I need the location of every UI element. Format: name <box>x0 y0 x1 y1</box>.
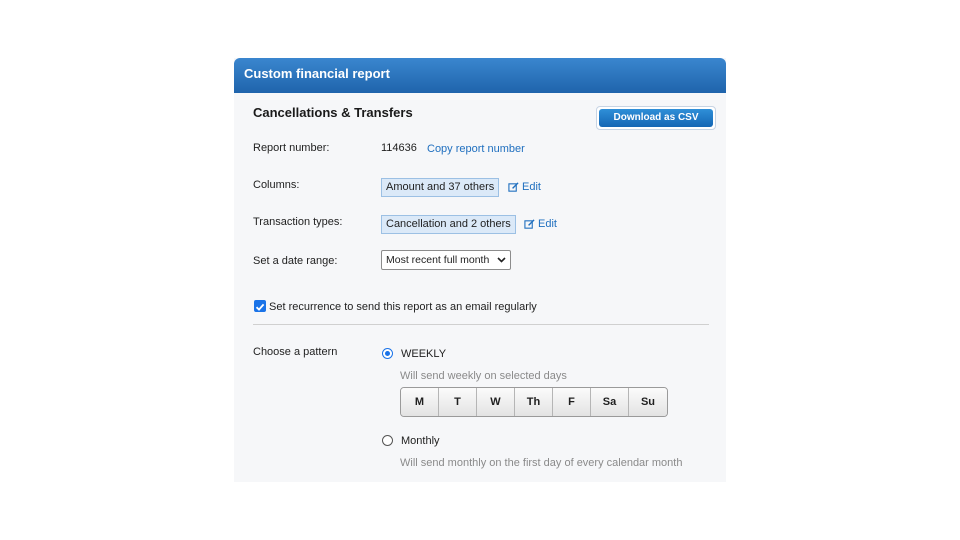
divider <box>253 324 709 325</box>
download-csv-label: Download as CSV <box>599 109 713 127</box>
chevron-down-icon <box>497 257 506 263</box>
day-button-monday[interactable]: M <box>401 388 439 416</box>
day-button-thursday[interactable]: Th <box>515 388 553 416</box>
pattern-label: Choose a pattern <box>253 346 338 358</box>
panel-title: Custom financial report <box>234 58 726 93</box>
day-button-tuesday[interactable]: T <box>439 388 477 416</box>
report-number-value: 114636 <box>381 142 417 154</box>
columns-edit-label: Edit <box>522 181 541 193</box>
download-csv-button[interactable]: Download as CSV <box>596 106 716 130</box>
weekday-selector: M T W Th F Sa Su <box>400 387 668 417</box>
weekly-label: WEEKLY <box>401 348 447 360</box>
date-range-value: Most recent full month <box>386 254 490 266</box>
day-button-sunday[interactable]: Su <box>629 388 667 416</box>
report-panel: Custom financial report Cancellations & … <box>234 58 726 482</box>
edit-icon <box>508 181 519 192</box>
date-range-select[interactable]: Most recent full month <box>381 250 511 270</box>
weekly-radio[interactable] <box>382 348 393 359</box>
report-number-label: Report number: <box>253 142 330 154</box>
transaction-types-tag[interactable]: Cancellation and 2 others <box>381 215 516 234</box>
transaction-types-label: Transaction types: <box>253 216 343 228</box>
day-button-saturday[interactable]: Sa <box>591 388 629 416</box>
columns-label: Columns: <box>253 179 300 191</box>
columns-edit-link[interactable]: Edit <box>508 181 541 193</box>
day-button-wednesday[interactable]: W <box>477 388 515 416</box>
transaction-types-edit-link[interactable]: Edit <box>524 218 557 230</box>
copy-report-number-link[interactable]: Copy report number <box>427 143 525 155</box>
date-range-label: Set a date range: <box>253 255 338 267</box>
weekly-hint: Will send weekly on selected days <box>400 370 567 382</box>
monthly-radio[interactable] <box>382 435 393 446</box>
recurrence-label: Set recurrence to send this report as an… <box>269 301 537 313</box>
monthly-label: Monthly <box>401 435 440 447</box>
transaction-types-edit-label: Edit <box>538 218 557 230</box>
checkmark-icon <box>255 303 265 311</box>
day-button-friday[interactable]: F <box>553 388 591 416</box>
recurrence-checkbox[interactable] <box>254 300 266 312</box>
monthly-hint: Will send monthly on the first day of ev… <box>400 457 683 469</box>
columns-tag[interactable]: Amount and 37 others <box>381 178 500 197</box>
report-title: Cancellations & Transfers <box>253 105 413 120</box>
edit-icon <box>524 218 535 229</box>
